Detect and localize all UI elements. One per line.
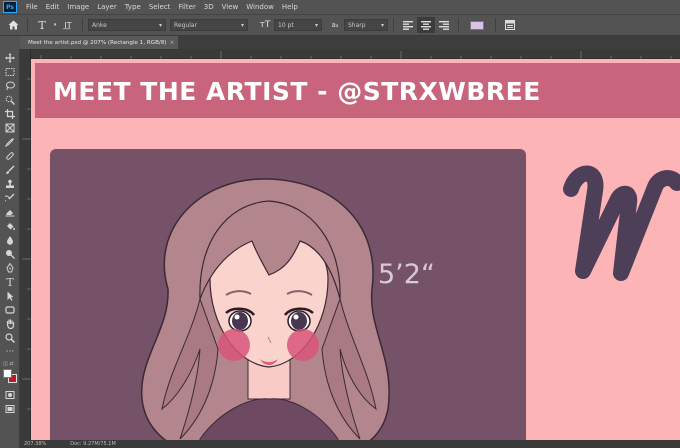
type-tool-icon[interactable]: T: [33, 17, 51, 33]
text-color-swatch[interactable]: [470, 20, 484, 30]
chevron-down-icon: ▾: [158, 21, 162, 29]
align-right-icon[interactable]: [435, 17, 453, 33]
anti-alias-select[interactable]: Sharp ▾: [344, 19, 388, 31]
marquee-tool-icon[interactable]: [3, 66, 17, 78]
document-tab-title: Meet the artist.psd @ 207% (Rectangle 1,…: [28, 39, 167, 46]
healing-brush-tool-icon[interactable]: [3, 150, 17, 162]
close-icon[interactable]: ×: [170, 40, 175, 46]
screen-mode-icon[interactable]: [3, 403, 17, 415]
quick-select-tool-icon[interactable]: [3, 94, 17, 106]
document-size-readout: Doc: 9.27M/75.1M: [70, 441, 116, 447]
more-tools-icon[interactable]: ···: [3, 346, 17, 358]
tools-panel: T ··· ◫ ⇄: [0, 49, 20, 448]
move-tool-icon[interactable]: [3, 52, 17, 64]
frame-tool-icon[interactable]: [3, 122, 17, 134]
horizontal-ruler[interactable]: [31, 49, 680, 59]
height-text[interactable]: 5’2“: [378, 259, 435, 290]
font-family-value: Anke: [92, 21, 107, 29]
lasso-tool-icon[interactable]: [3, 80, 17, 92]
brush-tool-icon[interactable]: [3, 164, 17, 176]
options-bar: T ▾ I͟T Anke ▾ Regular ▾ ᴛT 10 pt ▾ aₐ S…: [0, 14, 680, 36]
vertical-ruler[interactable]: [20, 49, 31, 440]
document-tab[interactable]: Meet the artist.psd @ 207% (Rectangle 1,…: [20, 36, 178, 49]
hand-tool-icon[interactable]: [3, 318, 17, 330]
separator: [458, 18, 459, 32]
blur-tool-icon[interactable]: [3, 234, 17, 246]
foreground-color-swatch[interactable]: [3, 369, 12, 378]
chevron-down-icon: ▾: [314, 21, 318, 29]
chevron-down-icon: ▾: [240, 21, 244, 29]
menu-type[interactable]: Type: [121, 3, 145, 11]
rectangle-tool-icon[interactable]: [3, 304, 17, 316]
chevron-down-icon: ▾: [380, 21, 384, 29]
font-size-icon: ᴛT: [259, 20, 271, 30]
title-banner[interactable]: MEET THE ARTIST - @STRXWBREE: [35, 63, 680, 118]
menu-3d[interactable]: 3D: [200, 3, 218, 11]
eyedropper-tool-icon[interactable]: [3, 136, 17, 148]
zoom-readout[interactable]: 207.38%: [20, 441, 46, 447]
clone-stamp-tool-icon[interactable]: [3, 178, 17, 190]
swap-colors-icon[interactable]: ◫ ⇄: [3, 361, 19, 367]
status-bar: 207.38% Doc: 9.27M/75.1M: [20, 440, 680, 448]
menu-view[interactable]: View: [218, 3, 243, 11]
dodge-tool-icon[interactable]: [3, 248, 17, 260]
type-tool-icon[interactable]: T: [3, 276, 17, 289]
separator: [27, 18, 28, 32]
character-panel-icon[interactable]: [501, 17, 519, 33]
menu-image[interactable]: Image: [63, 3, 93, 11]
zoom-tool-icon[interactable]: [3, 332, 17, 344]
script-lettering-graphic[interactable]: [559, 161, 680, 291]
crop-tool-icon[interactable]: [3, 108, 17, 120]
history-brush-tool-icon[interactable]: [3, 192, 17, 204]
font-style-select[interactable]: Regular ▾: [170, 19, 248, 31]
font-style-value: Regular: [174, 21, 198, 29]
menu-file[interactable]: File: [22, 3, 42, 11]
home-icon[interactable]: [4, 17, 22, 33]
quick-mask-icon[interactable]: [3, 389, 17, 401]
menu-select[interactable]: Select: [145, 3, 175, 11]
separator: [393, 18, 394, 32]
menu-bar: Ps File Edit Image Layer Type Select Fil…: [0, 0, 680, 14]
align-left-icon[interactable]: [399, 17, 417, 33]
text-orientation-icon[interactable]: I͟T: [59, 17, 77, 33]
menu-filter[interactable]: Filter: [174, 3, 199, 11]
font-family-select[interactable]: Anke ▾: [88, 19, 166, 31]
separator: [82, 18, 83, 32]
menu-help[interactable]: Help: [278, 3, 302, 11]
path-select-tool-icon[interactable]: [3, 290, 17, 302]
photoshop-logo: Ps: [3, 1, 17, 13]
font-size-select[interactable]: 10 pt ▾: [274, 19, 322, 31]
menu-window[interactable]: Window: [242, 3, 278, 11]
anti-alias-icon: aₐ: [331, 21, 339, 29]
align-center-icon[interactable]: [417, 17, 435, 33]
chevron-down-icon[interactable]: ▾: [51, 17, 59, 33]
artist-portrait-illustration: [140, 178, 390, 440]
eraser-tool-icon[interactable]: [3, 206, 17, 218]
pen-tool-icon[interactable]: [3, 262, 17, 274]
font-size-value: 10 pt: [278, 21, 294, 29]
banner-title-text[interactable]: MEET THE ARTIST - @STRXWBREE: [53, 77, 541, 106]
document-tab-bar: Meet the artist.psd @ 207% (Rectangle 1,…: [20, 36, 680, 49]
menu-layer[interactable]: Layer: [93, 3, 121, 11]
paint-bucket-tool-icon[interactable]: [3, 220, 17, 232]
menu-edit[interactable]: Edit: [42, 3, 64, 11]
separator: [495, 18, 496, 32]
anti-alias-value: Sharp: [348, 21, 366, 29]
portrait-card[interactable]: [50, 149, 526, 440]
document-canvas[interactable]: MEET THE ARTIST - @STRXWBREE 5’2“: [31, 59, 680, 440]
